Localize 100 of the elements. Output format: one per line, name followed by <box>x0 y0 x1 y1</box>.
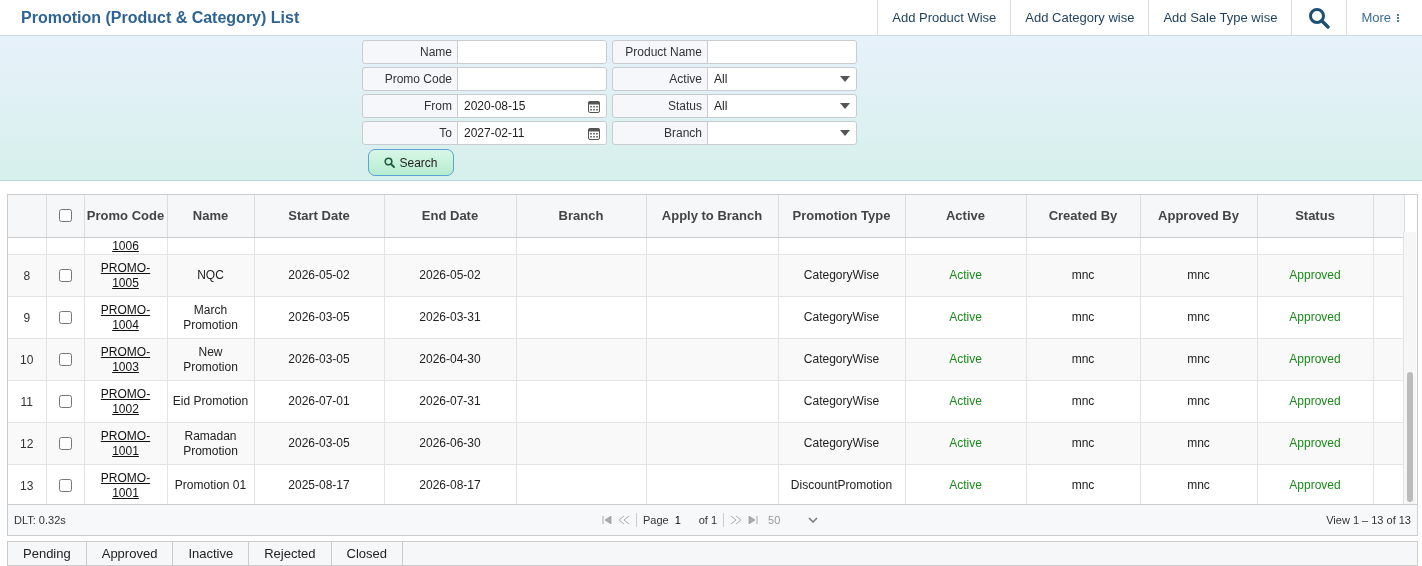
kebab-icon <box>1396 12 1400 23</box>
table-cell: 2026-08-17 <box>419 478 481 492</box>
table-cell: 2026-03-05 <box>288 310 350 324</box>
table-cell: Active <box>949 352 982 366</box>
table-cell: Approved <box>1289 352 1341 366</box>
table-cell: 2026-07-31 <box>419 394 481 408</box>
page-label: Page <box>643 514 669 526</box>
promo-code-link[interactable]: PROMO-1001 <box>97 428 154 459</box>
column-header[interactable]: Start Date <box>254 195 384 237</box>
table-cell: DiscountPromotion <box>790 478 893 492</box>
load-time: DLT: 0.32s <box>14 514 66 526</box>
scrollbar-thumb[interactable] <box>1407 372 1413 502</box>
row-number: 12 <box>8 422 46 465</box>
promo-code-link[interactable]: PROMO-1001 <box>97 470 154 501</box>
table-cell: NQC <box>197 268 224 282</box>
column-header[interactable]: End Date <box>384 195 516 237</box>
promo-code-link[interactable]: 1006 <box>97 239 154 254</box>
chevron-down-icon <box>808 517 819 523</box>
column-header[interactable]: Active <box>905 195 1026 237</box>
table-cell: Active <box>949 436 982 450</box>
row-checkbox[interactable] <box>59 269 72 282</box>
table-cell: Promotion 01 <box>174 478 247 492</box>
row-checkbox[interactable] <box>59 353 72 366</box>
table-cell: 2026-04-30 <box>419 352 481 366</box>
search-button[interactable]: Search <box>368 149 454 176</box>
column-header[interactable]: Created By <box>1026 195 1140 237</box>
table-cell: Active <box>949 310 982 324</box>
status-tab[interactable]: Pending <box>8 542 87 565</box>
previous-page-icon[interactable] <box>618 516 630 524</box>
table-cell: mnc <box>1187 268 1210 282</box>
column-header[interactable]: Approved By <box>1140 195 1257 237</box>
table-cell: 2026-06-30 <box>419 436 481 450</box>
table-cell: Ramadan Promotion <box>183 428 238 458</box>
row-number: 11 <box>8 380 46 423</box>
column-header[interactable]: Promo Code <box>84 195 167 237</box>
table-cell: Active <box>949 268 982 282</box>
table-cell: 2025-08-17 <box>288 478 350 492</box>
table-cell: Active <box>949 394 982 408</box>
table-cell: 2026-05-02 <box>288 268 350 282</box>
table-cell: Active <box>949 478 982 492</box>
column-header[interactable]: Promotion Type <box>778 195 905 237</box>
table-cell: mnc <box>1071 310 1095 324</box>
first-page-icon[interactable] <box>602 516 612 524</box>
table-cell: 2026-03-05 <box>288 436 350 450</box>
table-cell: mnc <box>1187 436 1210 450</box>
table-cell: mnc <box>1071 478 1095 492</box>
table-cell: mnc <box>1187 394 1210 408</box>
table-cell: mnc <box>1187 478 1210 492</box>
table-cell: CategoryWise <box>803 394 880 408</box>
table-cell: March Promotion <box>183 302 238 332</box>
table-cell: mnc <box>1187 310 1210 324</box>
row-checkbox[interactable] <box>59 437 72 450</box>
row-checkbox[interactable] <box>59 395 72 408</box>
table-cell: mnc <box>1071 352 1095 366</box>
table-cell: CategoryWise <box>803 268 880 282</box>
search-icon <box>384 157 396 168</box>
table-cell: mnc <box>1187 352 1210 366</box>
page-input[interactable]: 1 <box>674 514 693 526</box>
table-cell: 2026-03-05 <box>288 352 350 366</box>
promo-code-link[interactable]: PROMO-1005 <box>97 260 154 291</box>
status-tab[interactable]: Closed <box>331 542 403 565</box>
next-page-icon[interactable] <box>730 516 743 524</box>
table-cell: Approved <box>1289 310 1341 324</box>
table-cell: New Promotion <box>183 344 238 374</box>
dropdown-caret-icon <box>840 103 850 109</box>
row-checkbox[interactable] <box>59 479 72 492</box>
row-checkbox[interactable] <box>59 311 72 324</box>
table-cell: CategoryWise <box>803 352 880 366</box>
dropdown-caret-icon <box>840 130 850 136</box>
table-cell: Approved <box>1289 268 1341 282</box>
promo-code-link[interactable]: PROMO-1002 <box>97 386 154 417</box>
column-header[interactable]: Name <box>167 195 254 237</box>
dropdown[interactable]: All <box>708 68 856 90</box>
promo-code-link[interactable]: PROMO-1003 <box>97 344 154 375</box>
last-page-icon[interactable] <box>748 516 759 524</box>
table-cell: mnc <box>1071 394 1095 408</box>
status-tab[interactable]: Approved <box>86 542 174 565</box>
table-cell: mnc <box>1071 436 1095 450</box>
column-header[interactable]: Apply to Branch <box>646 195 778 237</box>
table-cell: Approved <box>1289 436 1341 450</box>
status-tab[interactable]: Inactive <box>173 542 250 565</box>
column-header[interactable]: Branch <box>516 195 646 237</box>
table-cell: Approved <box>1289 478 1341 492</box>
table-cell: Approved <box>1289 394 1341 408</box>
table-cell: Eid Promotion <box>172 394 249 408</box>
dropdown[interactable]: All <box>708 95 856 117</box>
promo-code-link[interactable]: PROMO-1004 <box>97 302 154 333</box>
table-cell: CategoryWise <box>803 436 880 450</box>
table-cell: 2026-05-02 <box>419 268 481 282</box>
table-cell: CategoryWise <box>803 310 880 324</box>
table-cell: mnc <box>1071 268 1095 282</box>
row-number: 10 <box>8 338 46 381</box>
record-count: View 1 – 13 of 13 <box>1326 514 1411 526</box>
table-cell: 2026-07-01 <box>288 394 350 408</box>
select-all-checkbox[interactable] <box>59 209 72 223</box>
page-count: of 1 <box>698 514 718 526</box>
table-cell: 2026-03-31 <box>419 310 481 324</box>
column-header[interactable]: Status <box>1257 195 1373 237</box>
search-icon <box>1308 6 1331 29</box>
status-tab[interactable]: Rejected <box>249 542 332 565</box>
